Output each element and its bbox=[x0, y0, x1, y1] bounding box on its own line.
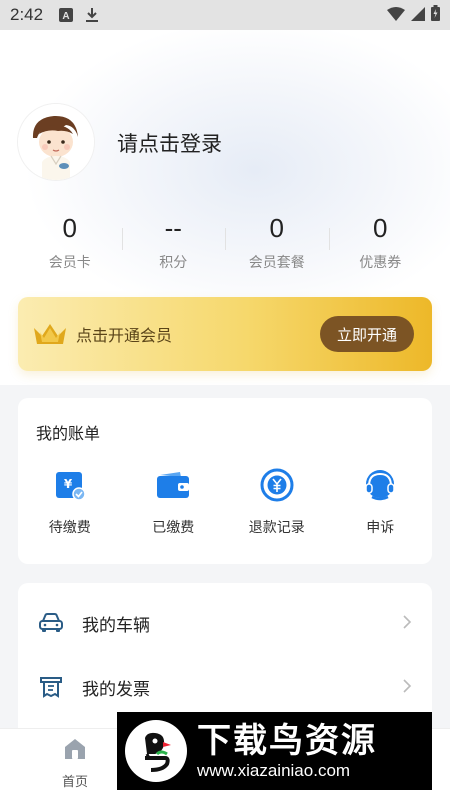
stat-points[interactable]: -- 积分 bbox=[121, 210, 226, 276]
headset-icon bbox=[363, 468, 397, 502]
stats-row: 0 会员卡 -- 积分 0 会员套餐 0 优惠券 bbox=[18, 210, 432, 276]
stat-value: 0 bbox=[62, 213, 77, 243]
nav-home[interactable]: 首页 bbox=[50, 737, 100, 790]
status-time: 2:42 bbox=[10, 5, 44, 24]
watermark-url: www.xiazainiao.com bbox=[197, 761, 351, 780]
bill-item-appeal[interactable]: 申诉 bbox=[329, 468, 433, 537]
home-icon bbox=[62, 737, 88, 765]
stat-value: 0 bbox=[373, 213, 388, 243]
wallet-icon bbox=[156, 468, 190, 502]
bill-item-label: 已缴费 bbox=[152, 520, 195, 536]
stat-label: 会员套餐 bbox=[248, 255, 305, 271]
svg-text:A: A bbox=[62, 11, 69, 22]
menu-item-label: 我的发票 bbox=[82, 679, 150, 700]
bird-logo-icon bbox=[125, 720, 187, 782]
stat-value: 0 bbox=[269, 213, 284, 243]
vip-banner-text: 点击开通会员 bbox=[76, 326, 173, 345]
stat-member-card[interactable]: 0 会员卡 bbox=[18, 210, 122, 276]
vip-banner[interactable]: 点击开通会员 立即开通 bbox=[18, 297, 432, 371]
signal-icon bbox=[411, 6, 425, 25]
stat-value: -- bbox=[164, 213, 182, 243]
car-icon bbox=[38, 610, 64, 636]
wifi-icon bbox=[387, 6, 405, 25]
menu-item-my-invoices[interactable]: 我的发票 bbox=[18, 655, 432, 719]
status-bar: 2:42 A bbox=[0, 0, 450, 30]
bill-item-paid[interactable]: 已缴费 bbox=[122, 468, 226, 537]
bill-item-label: 待缴费 bbox=[48, 520, 91, 536]
open-vip-button[interactable]: 立即开通 bbox=[320, 316, 414, 352]
yuan-circle-icon bbox=[260, 468, 294, 502]
stat-label: 积分 bbox=[159, 255, 188, 271]
font-icon: A bbox=[59, 8, 74, 22]
menu-item-label: 我的车辆 bbox=[82, 615, 150, 636]
stat-member-package[interactable]: 0 会员套餐 bbox=[225, 210, 329, 276]
nav-home-label: 首页 bbox=[61, 775, 88, 790]
bill-card-title: 我的账单 bbox=[36, 424, 101, 443]
pending-bill-icon: ¥ bbox=[53, 468, 87, 502]
stat-label: 优惠券 bbox=[359, 255, 402, 271]
menu-item-my-vehicles[interactable]: 我的车辆 bbox=[18, 591, 432, 655]
battery-icon bbox=[431, 5, 440, 25]
chevron-right-icon bbox=[402, 675, 412, 699]
crown-icon bbox=[32, 322, 68, 346]
chevron-right-icon bbox=[402, 611, 412, 635]
bill-card: 我的账单 ¥ 待缴费 已缴费 退款记录 申诉 bbox=[18, 398, 432, 564]
login-prompt[interactable]: 请点击登录 bbox=[117, 128, 222, 158]
stat-coupons[interactable]: 0 优惠券 bbox=[328, 210, 433, 276]
watermark: 下载鸟资源 www.xiazainiao.com bbox=[117, 712, 432, 790]
download-icon bbox=[85, 7, 99, 23]
invoice-icon bbox=[38, 674, 64, 700]
bill-item-pending[interactable]: ¥ 待缴费 bbox=[18, 468, 122, 537]
avatar[interactable] bbox=[18, 104, 94, 180]
bill-item-label: 退款记录 bbox=[248, 520, 305, 536]
watermark-title: 下载鸟资源 bbox=[197, 721, 377, 761]
bill-item-label: 申诉 bbox=[366, 520, 395, 536]
stat-label: 会员卡 bbox=[48, 255, 91, 271]
svg-text:¥: ¥ bbox=[64, 477, 73, 491]
bill-item-refund[interactable]: 退款记录 bbox=[225, 468, 329, 537]
